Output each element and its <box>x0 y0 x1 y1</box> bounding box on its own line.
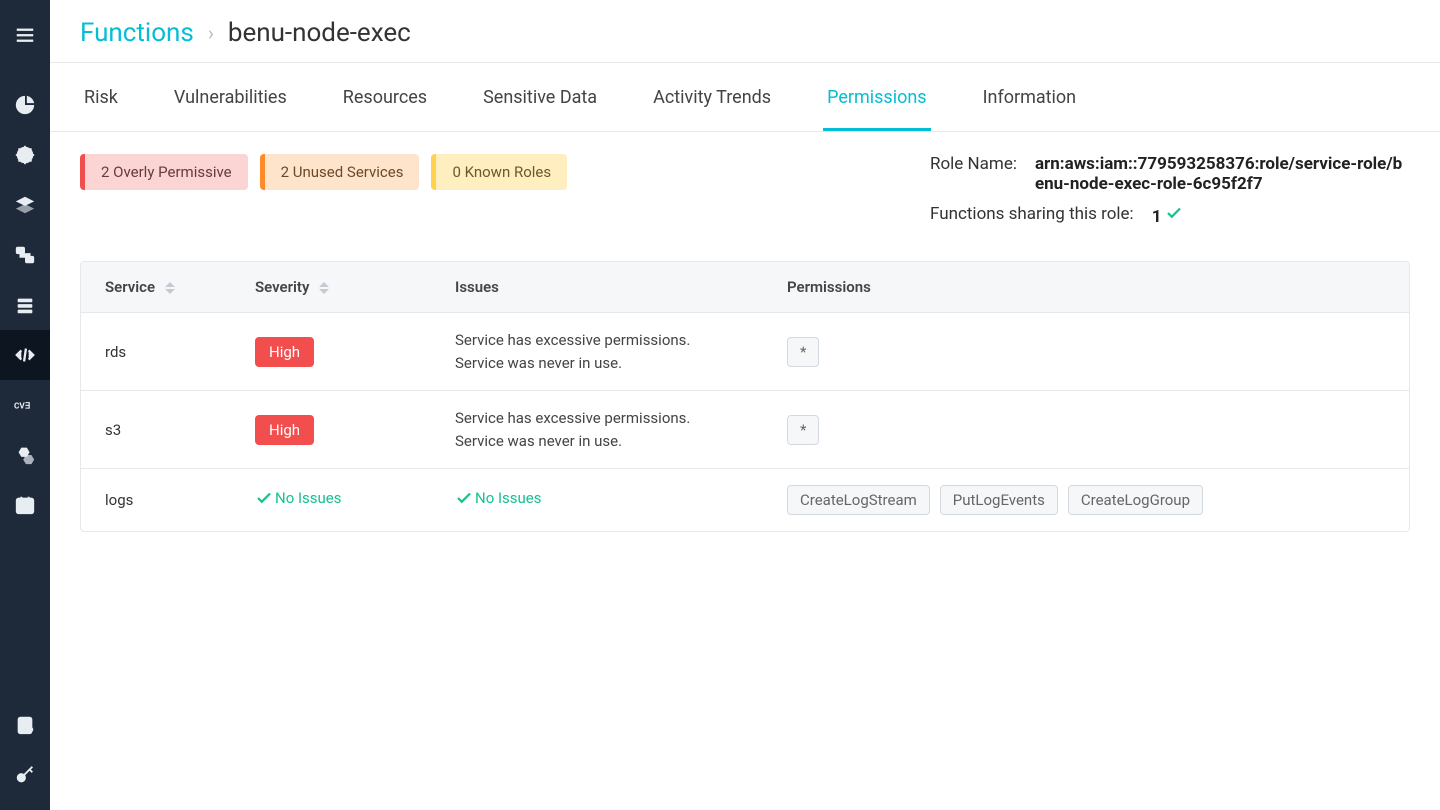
database-icon[interactable] <box>0 280 50 330</box>
svg-text:CV∃: CV∃ <box>14 401 30 411</box>
tab-activity-trends[interactable]: Activity Trends <box>649 63 775 131</box>
chevron-right-icon: › <box>208 21 214 45</box>
layers-icon[interactable] <box>0 180 50 230</box>
permission-chip: PutLogEvents <box>940 485 1058 515</box>
cell-issues: Service has excessive permissions.Servic… <box>431 391 763 468</box>
sort-icon <box>165 282 175 294</box>
summary-badges: 2 Overly Permissive 2 Unused Services 0 Kn… <box>80 154 567 190</box>
sidebar: CV∃ <box>0 0 50 810</box>
summary-badge[interactable]: 2 Unused Services <box>260 154 420 190</box>
th-severity-label: Severity <box>255 278 309 296</box>
th-issues: Issues <box>431 262 763 312</box>
table-header: Service Severity Issues Permissions <box>81 262 1409 312</box>
role-sharing-label: Functions sharing this role: <box>930 204 1134 227</box>
cell-service: s3 <box>81 405 231 455</box>
permission-chip: CreateLogGroup <box>1068 485 1203 515</box>
cell-severity: High <box>231 321 431 383</box>
clipboard-icon[interactable] <box>0 700 50 750</box>
summary-badge[interactable]: 2 Overly Permissive <box>80 154 248 190</box>
tab-vulnerabilities[interactable]: Vulnerabilities <box>170 63 291 131</box>
cell-issues: Service has excessive permissions.Servic… <box>431 313 763 390</box>
cv3-icon[interactable]: CV∃ <box>0 380 50 430</box>
no-issues-indicator: No Issues <box>455 489 542 507</box>
cell-severity: No Issues <box>231 473 431 527</box>
breadcrumb-root[interactable]: Functions <box>80 18 194 48</box>
th-issues-label: Issues <box>455 278 499 296</box>
hex-icon[interactable] <box>0 430 50 480</box>
summary-badge[interactable]: 0 Known Roles <box>431 154 567 190</box>
breadcrumb: Functions › benu-node-exec <box>50 0 1440 62</box>
pie-chart-icon[interactable] <box>0 80 50 130</box>
cell-service: rds <box>81 327 231 377</box>
tab-sensitive-data[interactable]: Sensitive Data <box>479 63 601 131</box>
cell-permissions: * <box>763 399 1409 461</box>
severity-pill: High <box>255 337 314 367</box>
th-service-label: Service <box>105 278 155 296</box>
table-row: s3 High Service has excessive permissions.… <box>81 390 1409 468</box>
cell-issues: No Issues <box>431 473 763 527</box>
breadcrumb-current: benu-node-exec <box>228 18 411 48</box>
tab-permissions[interactable]: Permissions <box>823 63 931 131</box>
table-row: logs No Issues No Issues CreateLogStream Put… <box>81 468 1409 531</box>
role-name-value: arn:aws:iam::779593258376:role/service-r… <box>1035 154 1410 194</box>
tab-risk[interactable]: Risk <box>80 63 122 131</box>
cell-severity: High <box>231 399 431 461</box>
wheel-icon[interactable] <box>0 130 50 180</box>
permissions-table: Service Severity Issues Permissions rds H… <box>80 261 1410 532</box>
role-sharing-value: 1 <box>1152 204 1184 227</box>
permission-chip: * <box>787 415 819 445</box>
sort-icon <box>319 282 329 294</box>
role-info: Role Name: arn:aws:iam::779593258376:rol… <box>930 154 1410 237</box>
menu-icon[interactable] <box>0 10 50 60</box>
th-permissions-label: Permissions <box>787 278 871 296</box>
tab-information[interactable]: Information <box>979 63 1081 131</box>
role-name-label: Role Name: <box>930 154 1017 194</box>
role-sharing-count: 1 <box>1152 207 1162 227</box>
cell-permissions: CreateLogStream PutLogEvents CreateLogGrou… <box>763 469 1409 531</box>
key-icon[interactable] <box>0 750 50 800</box>
tab-resources[interactable]: Resources <box>339 63 431 131</box>
th-severity[interactable]: Severity <box>231 262 431 312</box>
permission-chip: * <box>787 337 819 367</box>
th-permissions: Permissions <box>763 262 1409 312</box>
tabs: Risk Vulnerabilities Resources Sensitive Da… <box>50 63 1440 132</box>
no-issues-indicator: No Issues <box>255 489 342 507</box>
cell-permissions: * <box>763 321 1409 383</box>
severity-pill: High <box>255 415 314 445</box>
code-icon[interactable] <box>0 330 50 380</box>
permission-chip: CreateLogStream <box>787 485 930 515</box>
th-service[interactable]: Service <box>81 262 231 312</box>
cell-service: logs <box>81 475 231 525</box>
calendar-icon[interactable] <box>0 480 50 530</box>
check-icon <box>1165 204 1183 222</box>
network-icon[interactable] <box>0 230 50 280</box>
table-row: rds High Service has excessive permissions… <box>81 312 1409 390</box>
